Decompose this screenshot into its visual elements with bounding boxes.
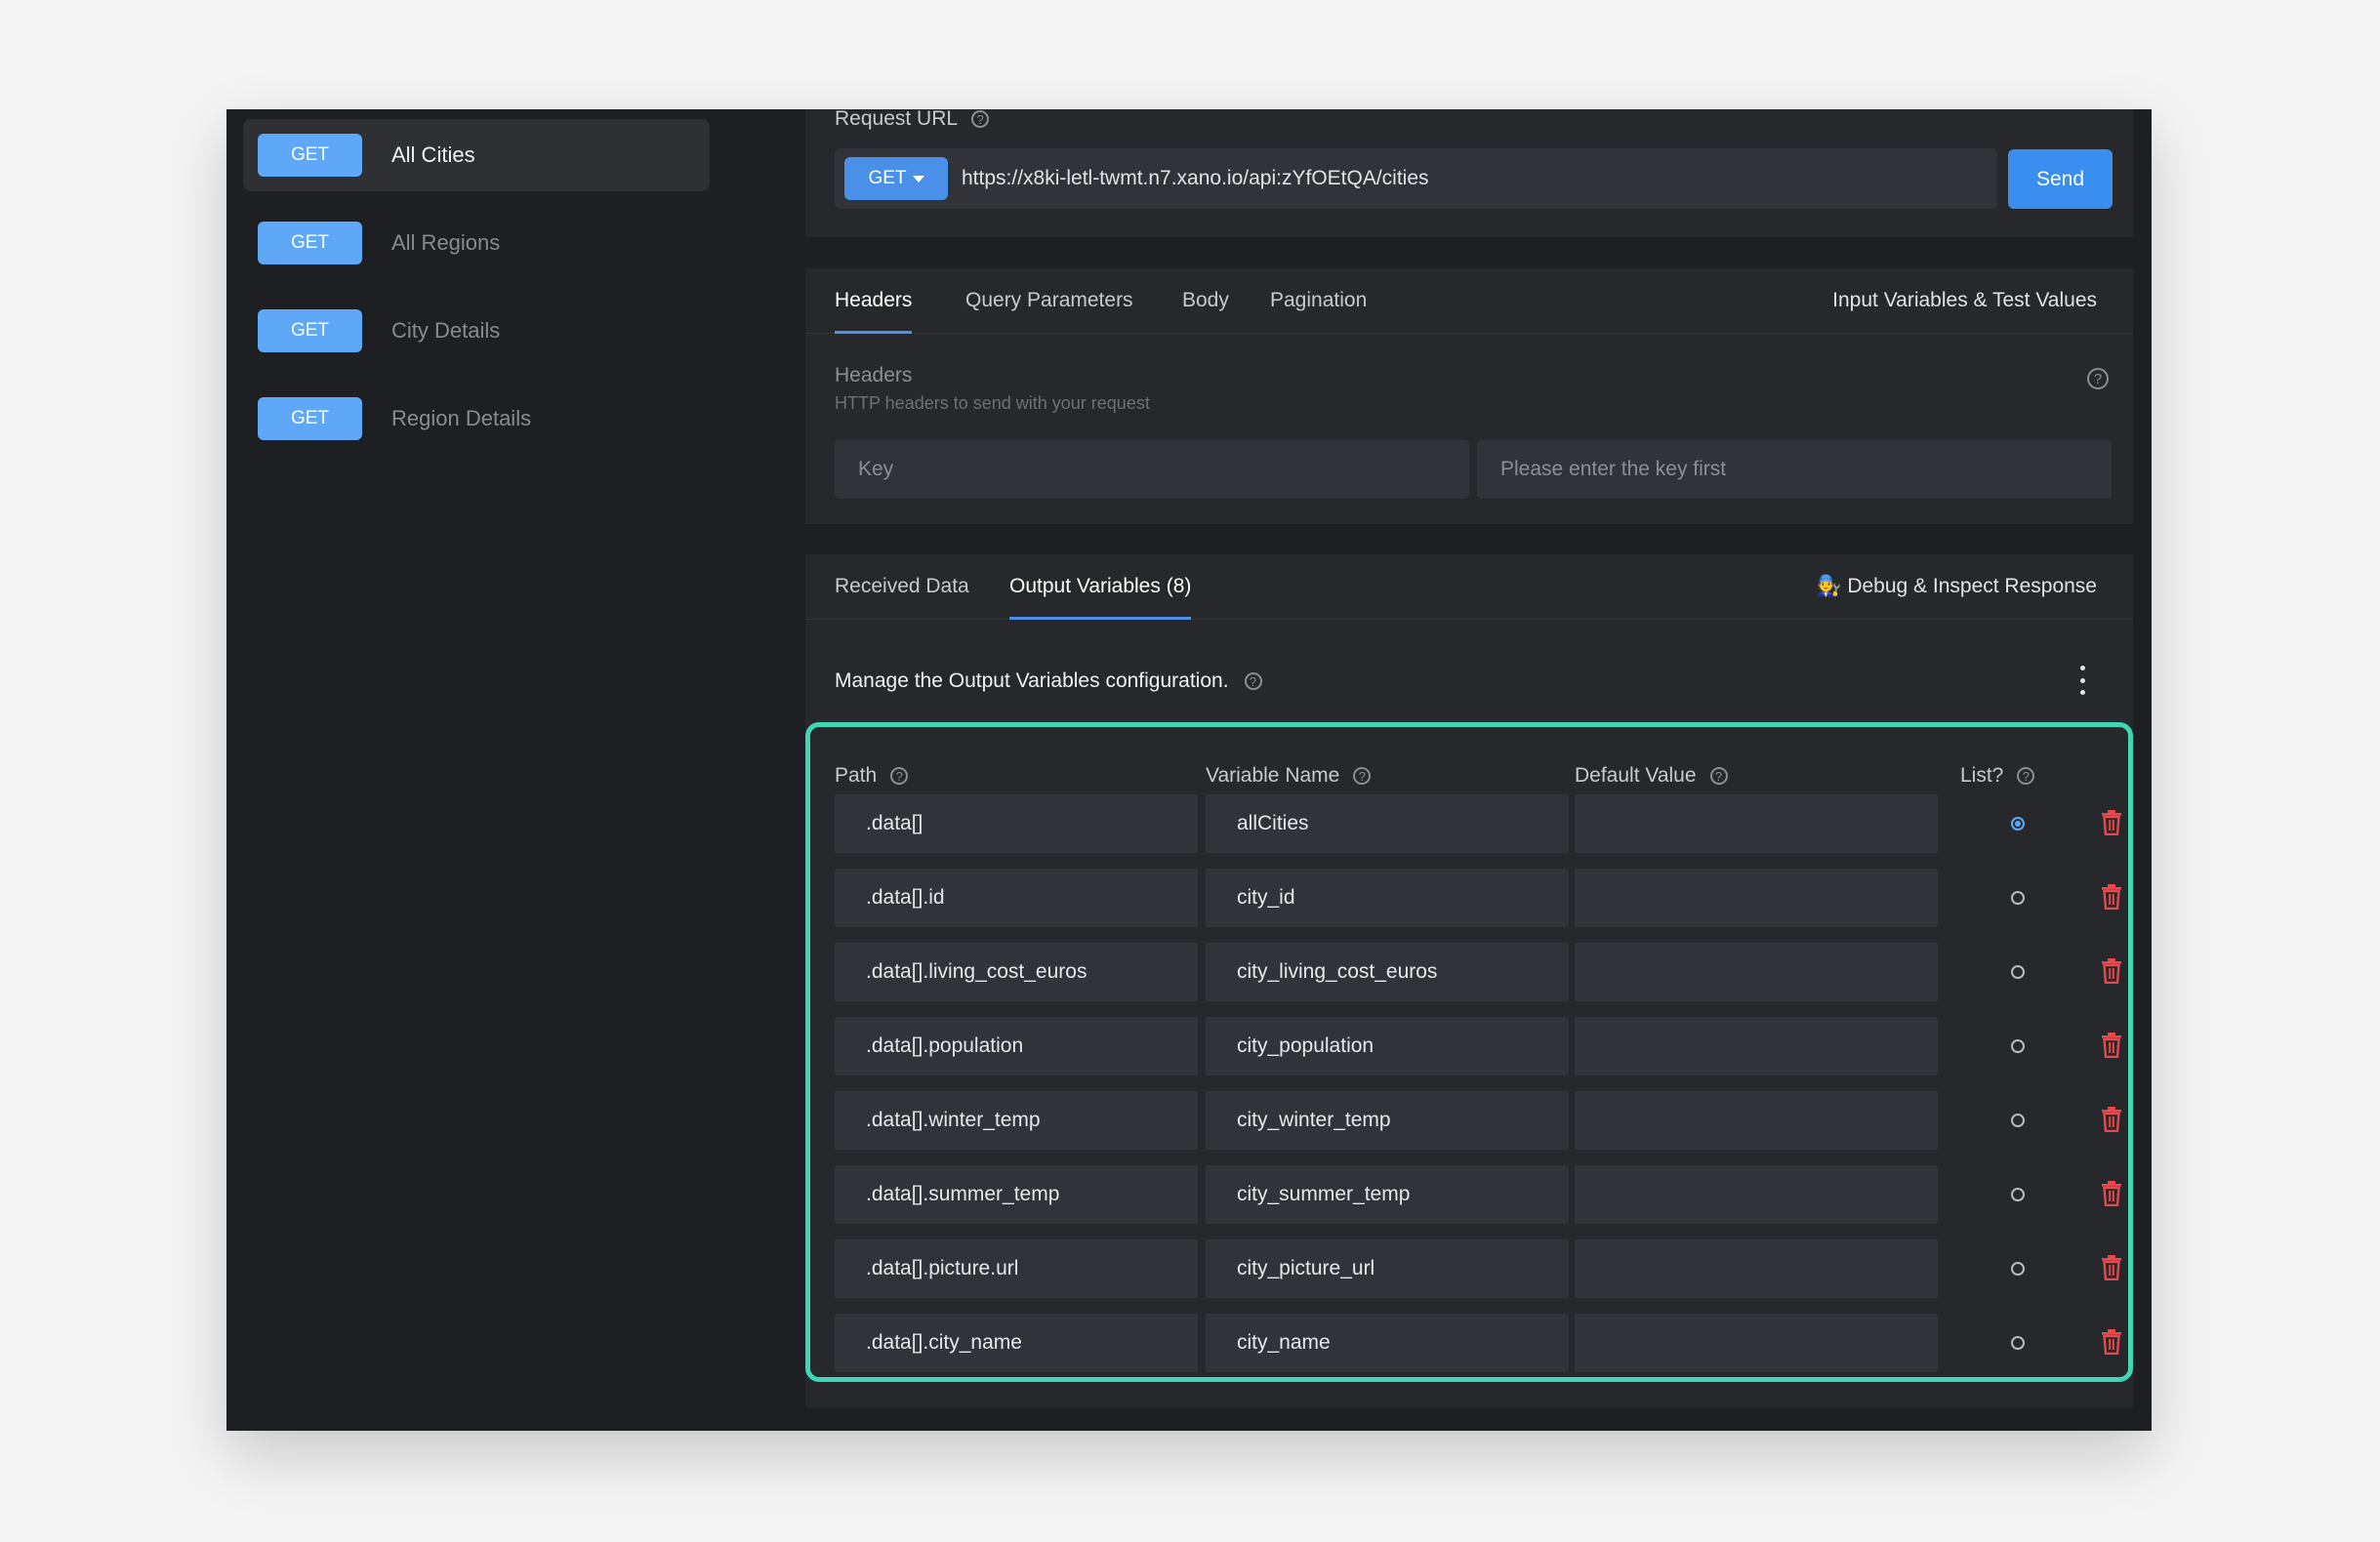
trash-icon[interactable] [2101,1329,2122,1355]
variable-name-cell[interactable]: city_picture_url [1206,1239,1569,1298]
path-cell[interactable]: .data[].population [835,1017,1198,1075]
path-cell[interactable]: .data[].living_cost_euros [835,943,1198,1001]
column-header-default-value: Default Value ? [1575,764,1728,788]
path-cell[interactable]: .data[] [835,794,1198,853]
sidebar-item-city-details[interactable]: GET City Details [243,295,710,367]
sidebar-item-label: All Regions [391,230,501,255]
default-value-cell[interactable] [1575,869,1938,927]
path-cell[interactable]: .data[].id [835,869,1198,927]
trash-icon[interactable] [2101,1181,2122,1206]
request-url-label: Request URL ? [835,109,990,131]
url-bar: GET https://x8ki-letl-twmt.n7.xano.io/ap… [835,148,1997,209]
table-row: .data[].population city_population [835,1017,2113,1075]
list-radio[interactable] [2011,1262,2025,1276]
list-radio[interactable] [2011,1188,2025,1201]
tab-received-data[interactable]: Received Data [835,554,969,619]
table-row: .data[].summer_temp city_summer_temp [835,1165,2113,1224]
input-variables-link[interactable]: Input Variables & Test Values [1832,268,2097,333]
help-icon[interactable]: ? [890,767,909,785]
url-input[interactable]: https://x8ki-letl-twmt.n7.xano.io/api:zY… [962,148,1977,209]
header-value-input[interactable]: Please enter the key first [1477,440,2112,499]
column-header-list: List? ? [1960,764,2035,788]
send-button[interactable]: Send [2008,149,2113,209]
method-badge: GET [258,222,362,264]
table-row: .data[].id city_id [835,869,2113,927]
list-radio[interactable] [2011,1114,2025,1127]
method-badge: GET [258,134,362,177]
list-radio[interactable] [2011,965,2025,979]
list-radio[interactable] [2011,1336,2025,1350]
table-row: .data[].picture.url city_picture_url [835,1239,2113,1298]
response-panel: Received Data Output Variables (8) 🧑‍🔧 D… [805,554,2133,1407]
column-header-variable-name: Variable Name ? [1206,764,1372,788]
more-options-icon[interactable] [2076,666,2088,695]
path-cell[interactable]: .data[].summer_temp [835,1165,1198,1224]
path-cell[interactable]: .data[].picture.url [835,1239,1198,1298]
trash-icon[interactable] [2101,1107,2122,1132]
help-icon[interactable]: ? [2087,368,2109,389]
debug-inspect-link[interactable]: 🧑‍🔧 Debug & Inspect Response [1816,554,2097,619]
trash-icon[interactable] [2101,958,2122,984]
request-url-panel: Request URL ? GET https://x8ki-letl-twmt… [805,109,2133,237]
table-row: .data[].winter_temp city_winter_temp [835,1091,2113,1150]
variable-name-cell[interactable]: city_winter_temp [1206,1091,1569,1150]
table-row: .data[].living_cost_euros city_living_cos… [835,943,2113,1001]
table-row: .data[].city_name city_name [835,1314,2113,1372]
method-badge: GET [258,309,362,352]
trash-icon[interactable] [2101,884,2122,910]
variable-name-cell[interactable]: city_living_cost_euros [1206,943,1569,1001]
help-icon[interactable]: ? [1244,672,1262,690]
tab-body[interactable]: Body [1182,268,1229,333]
header-key-input[interactable]: Key [835,440,1469,499]
table-row: .data[] allCities [835,794,2113,853]
variable-name-cell[interactable]: city_name [1206,1314,1569,1372]
path-cell[interactable]: .data[].city_name [835,1314,1198,1372]
response-tabs: Received Data Output Variables (8) 🧑‍🔧 D… [805,554,2133,620]
app-window: GET All Cities GET All Regions GET City … [226,109,2152,1431]
variable-name-cell[interactable]: allCities [1206,794,1569,853]
headers-title: Headers [835,364,913,386]
variable-name-cell[interactable]: city_population [1206,1017,1569,1075]
tab-output-variables[interactable]: Output Variables (8) [1009,554,1192,620]
manage-output-text: Manage the Output Variables configuratio… [835,670,1262,693]
sidebar-item-all-regions[interactable]: GET All Regions [243,207,710,279]
variable-name-cell[interactable]: city_summer_temp [1206,1165,1569,1224]
help-icon[interactable]: ? [1353,767,1372,785]
default-value-cell[interactable] [1575,1017,1938,1075]
request-config-panel: Headers Query Parameters Body Pagination… [805,268,2133,524]
sidebar-item-region-details[interactable]: GET Region Details [243,383,710,455]
help-icon[interactable]: ? [2017,767,2035,785]
default-value-cell[interactable] [1575,1239,1938,1298]
headers-subtitle: HTTP headers to send with your request [835,393,1150,413]
variable-name-cell[interactable]: city_id [1206,869,1569,927]
config-tabs: Headers Query Parameters Body Pagination… [805,268,2133,334]
list-radio[interactable] [2011,1039,2025,1053]
sidebar-item-label: City Details [391,318,501,343]
tab-query-parameters[interactable]: Query Parameters [965,268,1133,333]
default-value-cell[interactable] [1575,943,1938,1001]
tab-headers[interactable]: Headers [835,268,913,334]
method-badge: GET [258,397,362,440]
sidebar-item-label: All Cities [391,142,475,167]
trash-icon[interactable] [2101,1033,2122,1058]
column-header-path: Path ? [835,764,909,788]
sidebar-item-all-cities[interactable]: GET All Cities [243,119,710,191]
help-icon[interactable]: ? [1709,767,1728,785]
method-dropdown[interactable]: GET [844,157,948,200]
list-radio[interactable] [2011,891,2025,905]
help-icon[interactable]: ? [971,110,990,128]
default-value-cell[interactable] [1575,1091,1938,1150]
default-value-cell[interactable] [1575,1165,1938,1224]
sidebar-item-label: Region Details [391,406,532,430]
path-cell[interactable]: .data[].winter_temp [835,1091,1198,1150]
caret-down-icon [912,175,924,183]
trash-icon[interactable] [2101,1255,2122,1280]
tab-pagination[interactable]: Pagination [1270,268,1367,333]
default-value-cell[interactable] [1575,794,1938,853]
list-radio[interactable] [2011,817,2025,831]
endpoint-sidebar: GET All Cities GET All Regions GET City … [226,109,734,1431]
trash-icon[interactable] [2101,810,2122,835]
default-value-cell[interactable] [1575,1314,1938,1372]
